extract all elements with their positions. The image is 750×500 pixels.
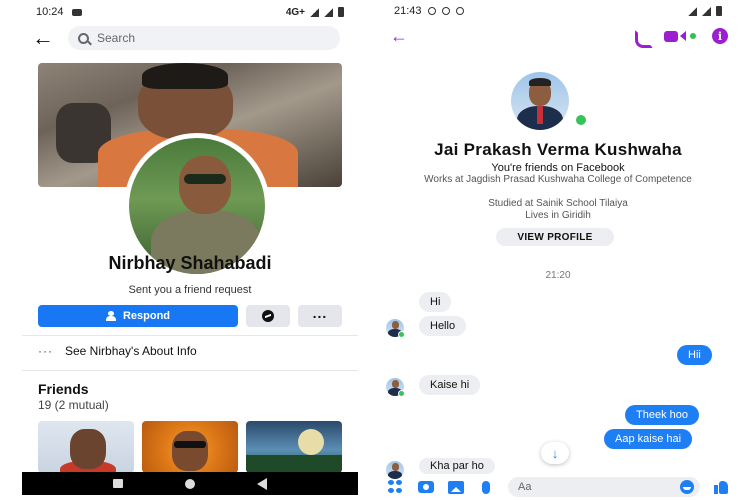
message-incoming[interactable]: Kha par ho [419, 458, 495, 474]
network-type: 4G+ [285, 6, 305, 18]
contact-name: Jai Prakash Verma Kushwaha [434, 140, 682, 159]
screenshot-pair: 10:24 4G+ ← Search Nirbhay Shahabadi Sen… [0, 0, 750, 500]
phone-icon[interactable] [634, 29, 648, 43]
back-icon[interactable] [257, 477, 267, 490]
message-placeholder: Aa [518, 481, 532, 493]
friends-status: You're friends on Facebook [491, 162, 625, 174]
battery-icon [338, 7, 344, 17]
notification-icon [441, 7, 450, 15]
menu-icon[interactable] [388, 480, 404, 494]
message-outgoing[interactable]: Aap kaise hai [604, 429, 693, 449]
back-arrow-icon[interactable]: ← [390, 27, 408, 45]
chat-header: ← i [378, 22, 738, 50]
chat-timestamp: 21:20 [545, 270, 571, 281]
message-composer: Aa [378, 475, 738, 499]
notification-icon [455, 7, 464, 15]
profile-actions: Respond ... [38, 305, 342, 327]
contact-avatar[interactable] [511, 72, 599, 132]
back-arrow-icon[interactable]: ← [32, 27, 54, 49]
friend-request-text: Sent you a friend request [128, 284, 252, 296]
search-placeholder: Search [97, 31, 136, 45]
about-info-link[interactable]: ··· See Nirbhay's About Info [38, 344, 197, 358]
youtube-notification-icon [71, 8, 82, 16]
more-dots-icon: ... [312, 305, 328, 321]
signal-icon [310, 7, 319, 17]
facebook-profile-screen: 10:24 4G+ ← Search Nirbhay Shahabadi Sen… [22, 0, 358, 495]
android-nav-bar [22, 472, 358, 495]
respond-label: Respond [122, 310, 171, 322]
battery-icon [716, 6, 722, 16]
signal-icon-2 [702, 6, 711, 16]
signal-icon-2 [324, 7, 333, 17]
more-button[interactable]: ... [298, 305, 342, 327]
message-incoming[interactable]: Hello [419, 316, 467, 336]
scroll-down-icon[interactable]: ↓ [541, 442, 569, 464]
person-add-icon [105, 311, 116, 321]
location-info: Lives in Giridih [525, 210, 591, 221]
signal-icon [688, 6, 697, 16]
friends-count: 19 (2 mutual) [38, 398, 109, 412]
image-icon[interactable] [448, 480, 464, 494]
profile-name: Nirbhay Shahabadi [108, 253, 272, 273]
message-outgoing[interactable]: Hii [677, 345, 712, 365]
emoji-icon[interactable] [680, 480, 694, 494]
like-icon[interactable] [714, 480, 728, 494]
status-time: 21:43 [394, 5, 422, 17]
view-profile-button[interactable]: VIEW PROFILE [496, 228, 614, 246]
message-incoming[interactable]: Hi [419, 292, 452, 312]
friends-title: Friends [38, 381, 89, 397]
friend-thumbnail[interactable] [38, 421, 134, 473]
about-label: See Nirbhay's About Info [65, 344, 197, 358]
education-info: Studied at Sainik School Tilaiya [488, 198, 628, 209]
message-incoming[interactable]: Kaise hi [419, 375, 481, 395]
divider [22, 370, 358, 371]
friend-thumbnail[interactable] [246, 421, 342, 473]
message-button[interactable] [246, 305, 290, 327]
mic-icon[interactable] [482, 480, 490, 494]
divider [22, 335, 358, 336]
home-icon[interactable] [185, 478, 195, 489]
online-indicator [573, 112, 589, 128]
notification-icon [427, 7, 436, 15]
search-input[interactable]: Search [68, 26, 340, 50]
messenger-icon [262, 310, 274, 322]
status-time: 10:24 [36, 6, 64, 18]
recents-icon[interactable] [113, 479, 123, 488]
video-icon[interactable] [664, 30, 696, 42]
work-info: Works at Jagdish Prasad Kushwaha College… [424, 174, 692, 185]
message-input[interactable]: Aa [508, 477, 700, 497]
friend-thumbnail[interactable] [142, 421, 238, 473]
status-bar: 10:24 4G+ [22, 0, 358, 24]
status-bar: 21:43 [378, 0, 738, 22]
message-outgoing[interactable]: Theek hoo [625, 405, 699, 425]
online-indicator [398, 390, 405, 397]
top-bar: ← Search [22, 24, 358, 52]
info-icon[interactable]: i [712, 28, 728, 44]
camera-icon[interactable] [418, 481, 434, 493]
online-indicator [398, 331, 405, 338]
respond-button[interactable]: Respond [38, 305, 238, 327]
about-dots-icon: ··· [38, 344, 53, 358]
friends-grid [38, 421, 342, 473]
search-icon [78, 32, 89, 44]
messenger-chat-screen: 21:43 ← i Jai Prakash Verma Kushwaha You… [378, 0, 738, 500]
